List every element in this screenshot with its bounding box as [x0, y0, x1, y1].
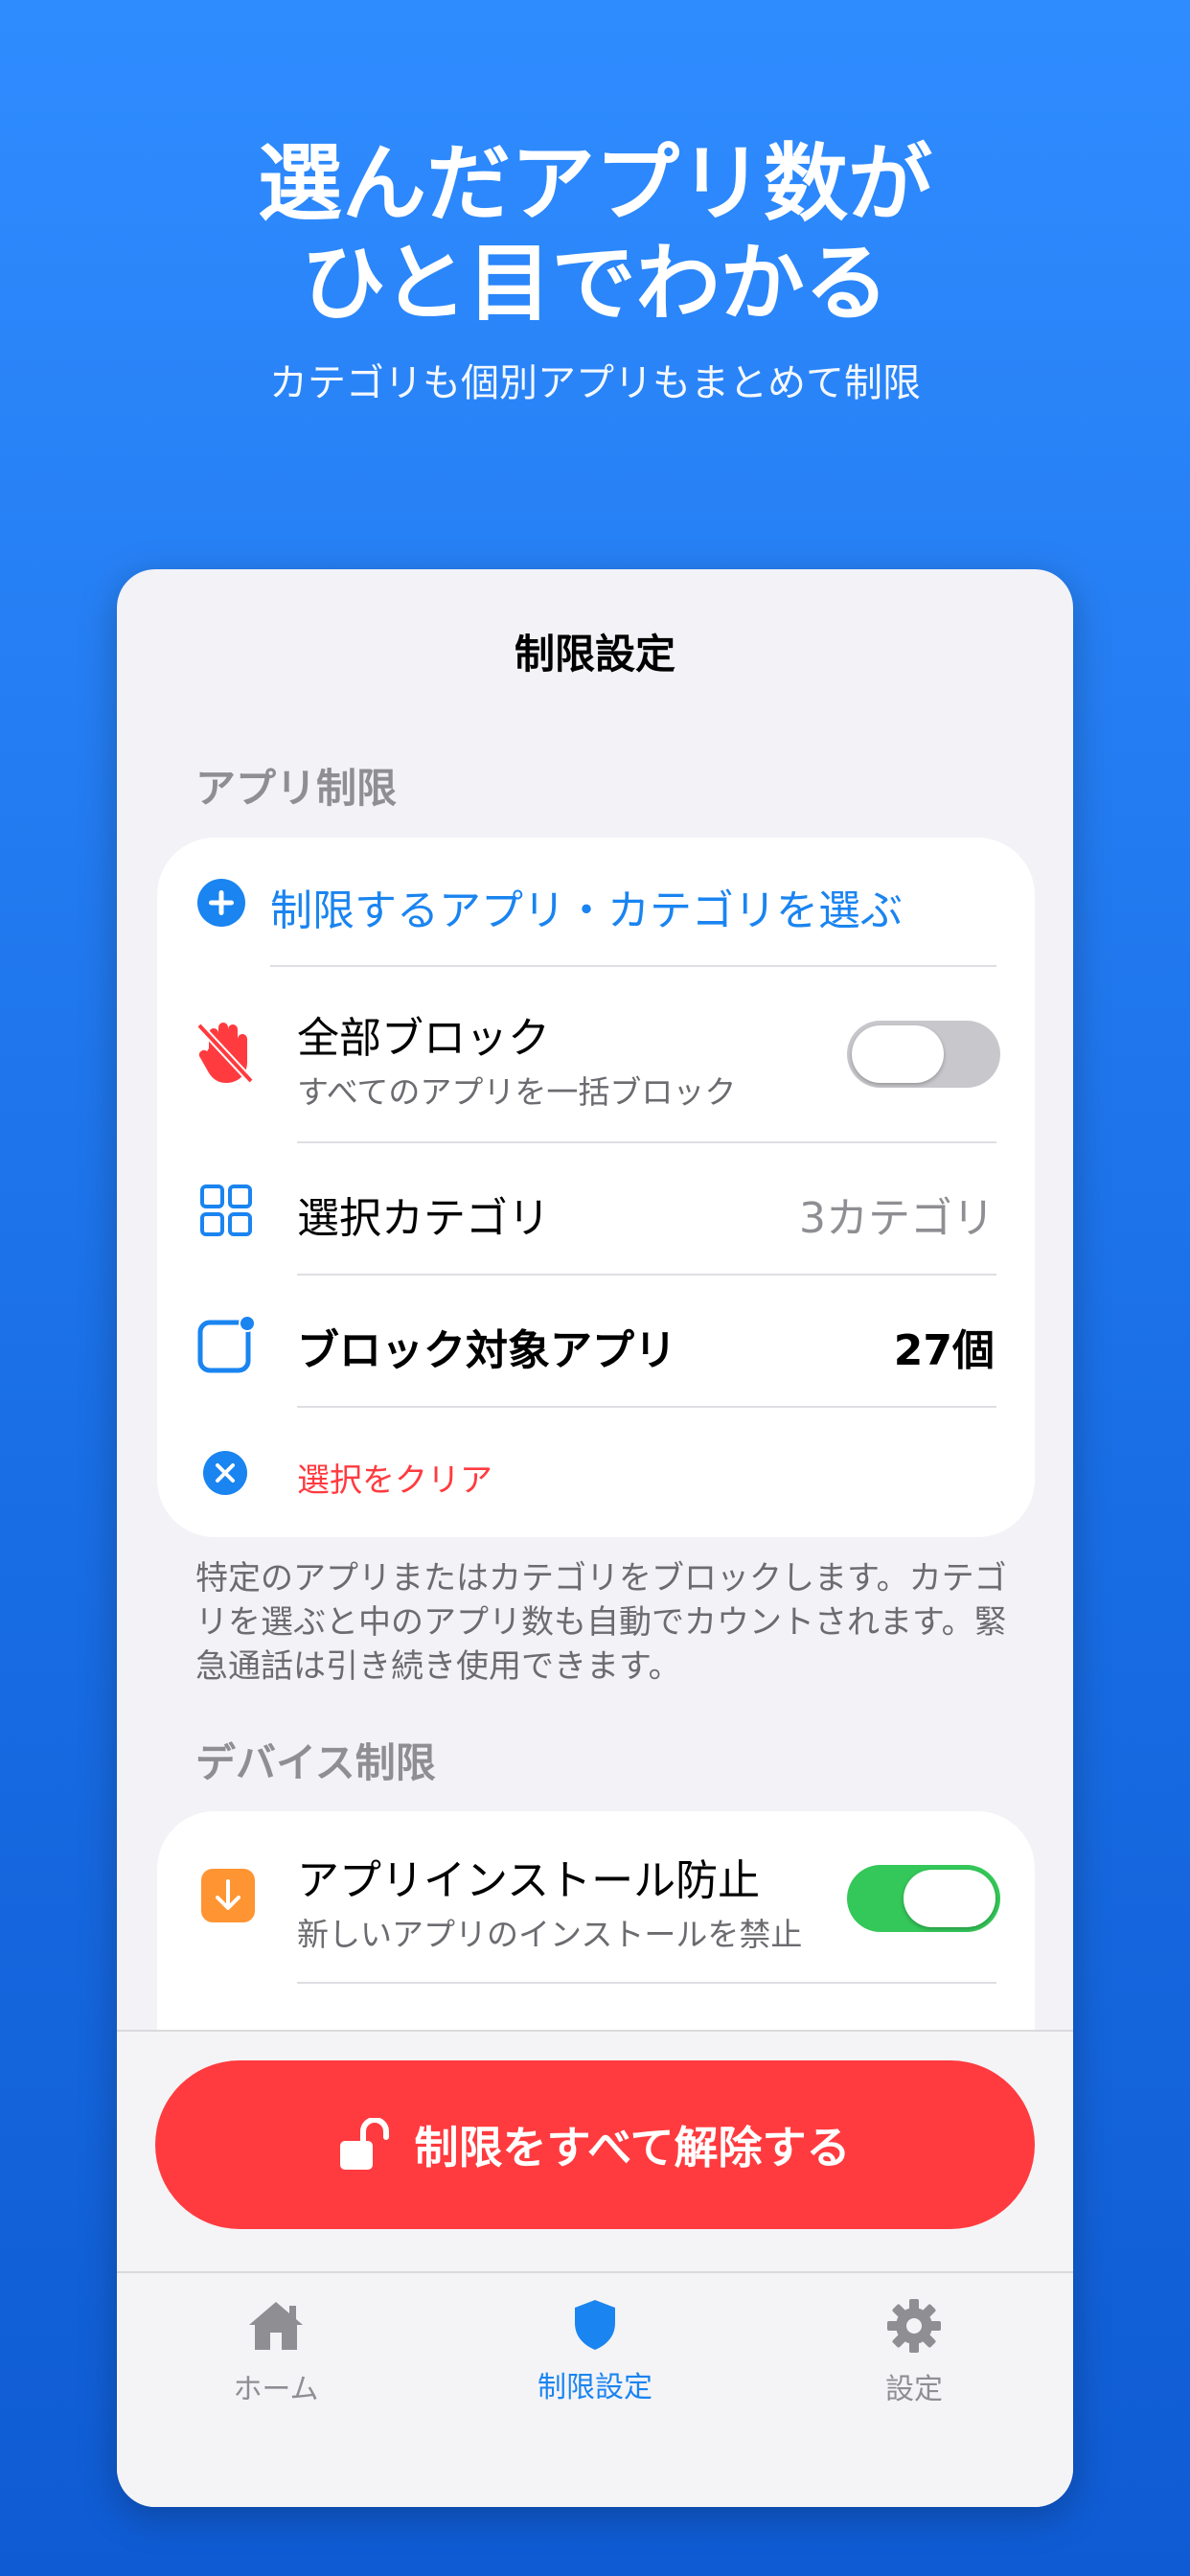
- clear-x-circle-icon: [203, 1451, 247, 1495]
- app-section-footnote: 特定のアプリまたはカテゴリをブロックします。カテゴリを選ぶと中のアプリ数も自動で…: [195, 1559, 1007, 1686]
- house-icon: [249, 2302, 303, 2350]
- app-restriction-card: 制限するアプリ・カテゴリを選ぶ 全部ブロック すべてのアプリを一括ブロック 選択…: [157, 838, 1035, 1537]
- hero-subheadline: カテゴリも個別アプリもまとめて制限: [269, 361, 921, 405]
- toggle-knob: [904, 1870, 995, 1927]
- install-prevent-row: アプリインストール防止 新しいアプリのインストールを禁止: [157, 1811, 1035, 1984]
- tab-settings-label: 設定: [885, 2373, 943, 2406]
- toggle-knob: [852, 1025, 944, 1083]
- block-all-title: 全部ブロック: [297, 1014, 550, 1063]
- tab-bar: ホーム 制限設定 設定: [117, 2271, 1073, 2507]
- install-prevent-title: アプリインストール防止: [297, 1856, 761, 1905]
- choose-apps-row[interactable]: 制限するアプリ・カテゴリを選ぶ: [157, 838, 1035, 967]
- phone-screen: 制限設定 アプリ制限 制限するアプリ・カテゴリを選ぶ 全部ブロック すべてのアプ…: [117, 569, 1073, 2507]
- tab-restrictions-label: 制限設定: [538, 2371, 652, 2404]
- shield-icon: [575, 2300, 615, 2350]
- clear-selection-label: 選択をクリア: [297, 1461, 492, 1500]
- choose-apps-label: 制限するアプリ・カテゴリを選ぶ: [270, 886, 903, 935]
- release-all-label: 制限をすべて解除する: [414, 2122, 851, 2174]
- app-badge-icon: [197, 1315, 256, 1373]
- grid-icon: [200, 1184, 252, 1236]
- tab-restrictions[interactable]: 制限設定: [499, 2298, 691, 2405]
- install-prevent-subtitle: 新しいアプリのインストールを禁止: [297, 1916, 803, 1953]
- block-all-toggle[interactable]: [847, 1021, 1000, 1088]
- selected-categories-title: 選択カテゴリ: [297, 1194, 550, 1243]
- device-section-header: デバイス制限: [195, 1739, 436, 1786]
- gear-icon: [887, 2299, 941, 2353]
- bottom-area: 制限をすべて解除する ホーム 制限設定 設定: [117, 2030, 1073, 2507]
- release-all-button[interactable]: 制限をすべて解除する: [155, 2060, 1035, 2229]
- tab-home-label: ホーム: [233, 2373, 319, 2406]
- selected-categories-row[interactable]: 選択カテゴリ 3カテゴリ: [157, 1143, 1035, 1274]
- app-section-header: アプリ制限: [195, 765, 398, 812]
- divider: [297, 1982, 996, 1984]
- hero: 選んだアプリ数が ひと目でわかる カテゴリも個別アプリもまとめて制限: [0, 134, 1190, 406]
- tab-settings[interactable]: 設定: [818, 2298, 1010, 2407]
- install-prevent-toggle[interactable]: [847, 1865, 1000, 1932]
- download-arrow-icon: [201, 1869, 255, 1922]
- blocked-apps-value: 27個: [893, 1326, 995, 1375]
- plus-circle-icon: [197, 879, 245, 927]
- blocked-apps-row: ブロック対象アプリ 27個: [157, 1276, 1035, 1406]
- block-all-subtitle: すべてのアプリを一括ブロック: [297, 1073, 737, 1111]
- tab-home[interactable]: ホーム: [180, 2298, 372, 2407]
- block-all-row: 全部ブロック すべてのアプリを一括ブロック: [157, 967, 1035, 1141]
- hand-blocked-icon: [196, 1023, 254, 1084]
- unlock-icon: [339, 2118, 389, 2170]
- page-title: 制限設定: [514, 631, 675, 678]
- hero-headline: 選んだアプリ数が ひと目でわかる: [0, 134, 1190, 334]
- hero-headline-line2: ひと目でわかる: [301, 234, 889, 333]
- clear-selection-row[interactable]: 選択をクリア: [157, 1408, 1035, 1537]
- selected-categories-value: 3カテゴリ: [799, 1194, 995, 1243]
- hero-headline-line1: 選んだアプリ数が: [257, 134, 932, 233]
- blocked-apps-title: ブロック対象アプリ: [297, 1326, 676, 1375]
